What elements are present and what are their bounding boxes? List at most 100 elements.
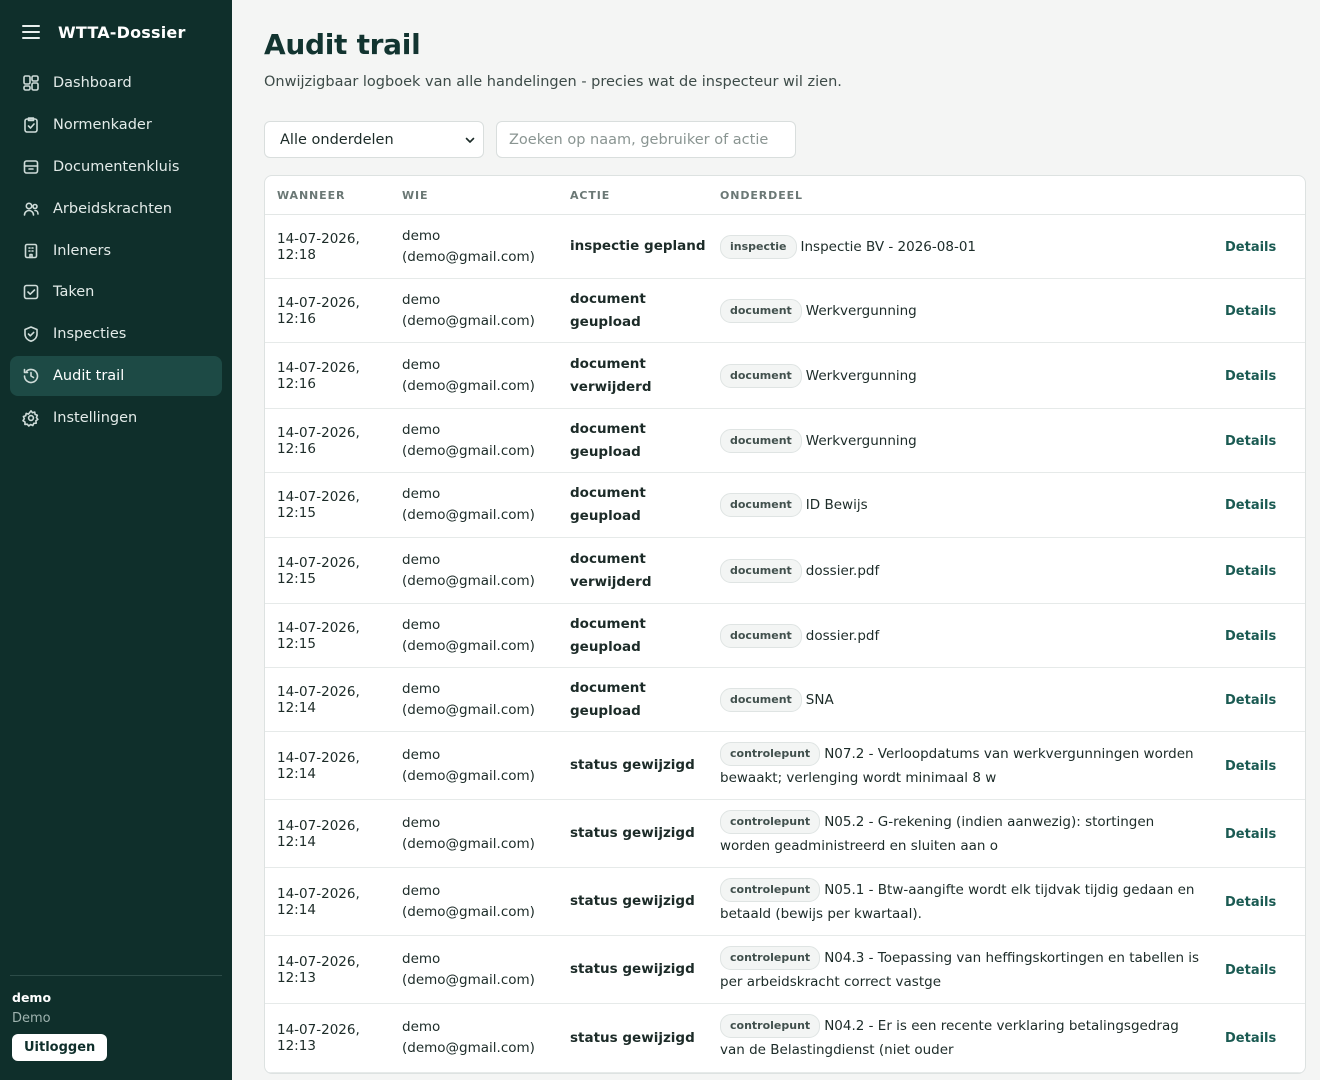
type-badge: controlepunt (720, 741, 821, 766)
sidebar-item-taken[interactable]: Taken (10, 272, 222, 312)
part-label: Werkvergunning (805, 367, 917, 384)
cell-action: document verwijderd (570, 550, 652, 590)
sidebar-item-label: Arbeidskrachten (53, 200, 172, 217)
details-link[interactable]: Details (1225, 827, 1276, 842)
main-content: Audit trail Onwijzigbaar logboek van all… (232, 0, 1320, 1080)
type-badge: document (720, 623, 802, 648)
cell-part: controlepunt N05.2 - G-rekening (indien a… (720, 809, 1225, 858)
part-label: ID Bewijs (805, 497, 868, 513)
cell-details: Details (1225, 826, 1305, 842)
cell-who: demo (demo@gmail.com) (402, 881, 570, 923)
user-email: (demo@gmail.com) (402, 377, 535, 394)
user-name: demo (402, 227, 441, 244)
cell-part: document ID Bewijs (720, 493, 1225, 517)
cell-part: document dossier.pdf (720, 623, 1225, 648)
gear-icon (22, 409, 40, 427)
user-name: demo (402, 950, 441, 967)
cell-action: document geupload (570, 420, 646, 460)
type-badge: document (720, 428, 802, 453)
column-header-when: WANNEER (277, 188, 346, 202)
cell-details: Details (1225, 563, 1305, 579)
details-link[interactable]: Details (1225, 564, 1276, 579)
sidebar-item-label: Normenkader (53, 116, 152, 133)
user-email: (demo@gmail.com) (402, 971, 535, 988)
cell-action: inspectie gepland (570, 238, 706, 254)
table-row: 14-07-2026, 12:15 demo (demo@gmail.com) doc… (265, 538, 1305, 604)
details-link[interactable]: Details (1225, 498, 1276, 513)
brand: WTTA-Dossier (22, 20, 186, 44)
cell-when: 14-07-2026, 12:16 (277, 424, 360, 457)
cell-action: document geupload (570, 290, 646, 330)
cell-when: 14-07-2026, 12:16 (277, 294, 360, 327)
part-label: dossier.pdf (805, 562, 880, 579)
details-link[interactable]: Details (1225, 240, 1276, 255)
sidebar-item-dashboard[interactable]: Dashboard (10, 63, 222, 103)
column-header-action: ACTIE (570, 188, 611, 202)
cell-action: status gewijzigd (570, 825, 695, 841)
user-name: demo (402, 421, 441, 438)
sidebar-item-label: Taken (53, 284, 95, 301)
cell-who: demo (demo@gmail.com) (402, 290, 570, 332)
cell-details: Details (1225, 433, 1305, 449)
part-label: Werkvergunning (805, 302, 917, 319)
type-badge: controlepunt (720, 1014, 821, 1038)
logout-button[interactable]: Uitloggen (12, 1034, 108, 1061)
details-link[interactable]: Details (1225, 434, 1276, 449)
section-select-value: Alle onderdelen (280, 131, 394, 148)
cell-details: Details (1225, 239, 1305, 255)
table-row: 14-07-2026, 12:16 demo (demo@gmail.com) doc… (265, 279, 1305, 343)
sidebar-item-label: Instellingen (53, 410, 138, 427)
user-email: (demo@gmail.com) (402, 442, 535, 459)
cell-part: controlepunt N04.2 - Er is een recente ve… (720, 1014, 1225, 1062)
user-name: demo (402, 551, 441, 568)
sidebar-item-instellingen[interactable]: Instellingen (10, 398, 222, 438)
cell-when: 14-07-2026, 12:16 (277, 359, 360, 392)
menu-icon[interactable] (22, 25, 40, 39)
cell-when: 14-07-2026, 12:14 (277, 817, 360, 850)
cell-action: document verwijderd (570, 355, 652, 395)
cell-action: status gewijzigd (570, 961, 695, 977)
user-name: demo (402, 814, 441, 831)
sidebar-item-inspecties[interactable]: Inspecties (10, 314, 222, 354)
sidebar-item-normenkader[interactable]: Normenkader (10, 105, 222, 145)
details-link[interactable]: Details (1225, 895, 1276, 910)
sidebar-item-label: Inleners (53, 242, 112, 259)
shield-check-icon (22, 325, 40, 343)
building-icon (22, 242, 40, 260)
sidebar-item-documentenkluis[interactable]: Documentenkluis (10, 147, 222, 187)
part-label: dossier.pdf (805, 627, 880, 644)
details-link[interactable]: Details (1225, 629, 1276, 644)
cell-who: demo (demo@gmail.com) (402, 679, 570, 721)
type-badge: controlepunt (720, 945, 821, 970)
user-name: demo (402, 680, 441, 697)
details-link[interactable]: Details (1225, 963, 1276, 978)
type-badge: controlepunt (720, 877, 821, 902)
details-link[interactable]: Details (1225, 759, 1276, 774)
search-input[interactable] (496, 121, 796, 158)
cell-part: document Werkvergunning (720, 298, 1225, 323)
sidebar-item-arbeidskrachten[interactable]: Arbeidskrachten (10, 189, 222, 229)
table-row: 14-07-2026, 12:13 demo (demo@gmail.com) sta… (265, 1004, 1305, 1073)
archive-icon (22, 158, 40, 176)
cell-details: Details (1225, 368, 1305, 384)
history-icon (22, 367, 40, 385)
section-select[interactable]: Alle onderdelen (264, 121, 484, 158)
table-row: 14-07-2026, 12:14 demo (demo@gmail.com) sta… (265, 800, 1305, 868)
details-link[interactable]: Details (1225, 304, 1276, 319)
filter-bar: Alle onderdelen (264, 121, 796, 158)
sidebar-item-audit-trail[interactable]: Audit trail (10, 356, 222, 397)
details-link[interactable]: Details (1225, 1031, 1276, 1046)
table-row: 14-07-2026, 12:16 demo (demo@gmail.com) doc… (265, 343, 1305, 409)
cell-action: document geupload (570, 615, 646, 655)
chevron-down-icon (465, 137, 475, 143)
table-row: 14-07-2026, 12:15 demo (demo@gmail.com) doc… (265, 604, 1305, 668)
sidebar-nav: Dashboard Normenkader Documentenkluis Arbei… (10, 63, 222, 440)
cell-who: demo (demo@gmail.com) (402, 949, 570, 991)
user-email: (demo@gmail.com) (402, 637, 535, 654)
sidebar-item-inleners[interactable]: Inleners (10, 231, 222, 271)
user-email: (demo@gmail.com) (402, 767, 535, 784)
sidebar: WTTA-Dossier Dashboard Normenkader Documen… (0, 0, 232, 1080)
details-link[interactable]: Details (1225, 693, 1276, 708)
details-link[interactable]: Details (1225, 369, 1276, 384)
table-row: 14-07-2026, 12:14 demo (demo@gmail.com) sta… (265, 732, 1305, 800)
